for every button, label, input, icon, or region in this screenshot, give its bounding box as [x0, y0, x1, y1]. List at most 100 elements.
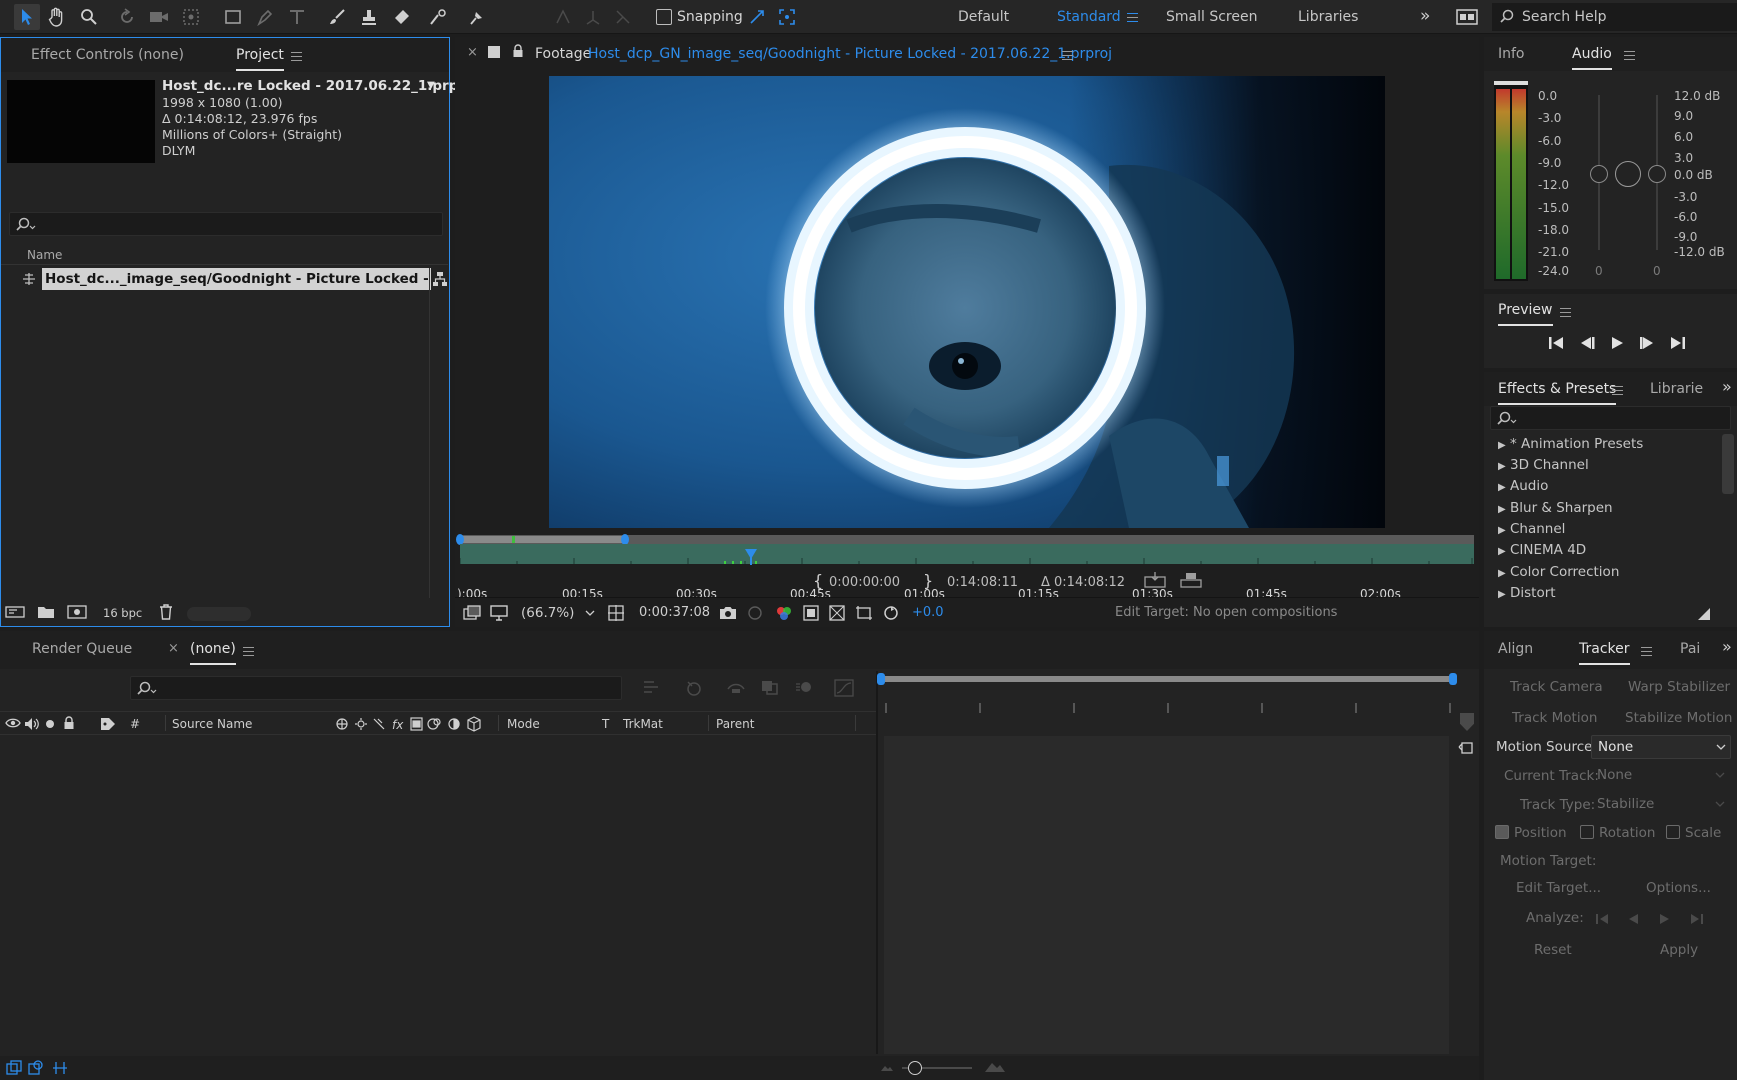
time-ruler[interactable]: [460, 544, 1474, 564]
local-axis-icon[interactable]: [552, 6, 574, 28]
tab-tracker[interactable]: Tracker: [1579, 641, 1630, 665]
monitor-icon[interactable]: [490, 605, 508, 621]
reset-button[interactable]: Reset: [1534, 942, 1572, 958]
timeline-ruler[interactable]: [880, 699, 1454, 717]
hand-tool-icon[interactable]: [46, 6, 68, 28]
tab-none-composition[interactable]: (none): [190, 641, 236, 665]
list-item[interactable]: ▶ 3D Channel: [1498, 457, 1589, 473]
workspace-overflow-icon[interactable]: »: [1420, 6, 1430, 26]
safe-margins-icon[interactable]: [607, 604, 625, 622]
transparency-grid-icon[interactable]: [829, 605, 845, 621]
trash-icon[interactable]: [159, 604, 173, 620]
footage-frame[interactable]: [549, 76, 1385, 528]
column-trkmat[interactable]: TrkMat: [623, 717, 663, 731]
audio-menu-icon[interactable]: [1624, 49, 1635, 64]
volume-knob-left[interactable]: [1590, 165, 1608, 183]
pixel-aspect-icon[interactable]: [855, 605, 873, 621]
volume-slider-right[interactable]: [1648, 95, 1666, 250]
list-item[interactable]: ▶ Distort: [1498, 585, 1556, 601]
column-source-name[interactable]: Source Name: [172, 717, 252, 731]
pen-tool-icon[interactable]: [254, 6, 276, 28]
snap-edges-icon[interactable]: [746, 6, 768, 28]
analyze-back-frame-icon[interactable]: [1595, 913, 1609, 925]
column-parent[interactable]: Parent: [716, 717, 754, 731]
eraser-tool-icon[interactable]: [390, 6, 412, 28]
effects-search-input[interactable]: [1490, 406, 1731, 430]
preview-menu-icon[interactable]: [1560, 306, 1571, 321]
footage-menu-icon[interactable]: [1062, 49, 1073, 64]
frame-blending-icon[interactable]: [760, 679, 780, 695]
channel-rgb-icon[interactable]: [775, 605, 793, 621]
project-search-input[interactable]: [9, 212, 443, 236]
volume-knob-right[interactable]: [1648, 165, 1666, 183]
analyze-forward-frame-icon[interactable]: [1690, 913, 1704, 925]
navigator-start-handle[interactable]: [877, 673, 885, 685]
track-motion-button[interactable]: Track Motion: [1512, 710, 1597, 726]
rotation-checkbox[interactable]: Rotation: [1580, 825, 1655, 841]
bpc-button[interactable]: 16 bpc: [103, 606, 142, 620]
close-timeline-icon[interactable]: ×: [168, 641, 179, 656]
motion-source-select[interactable]: None: [1591, 735, 1731, 759]
navigator-end-handle[interactable]: [1449, 673, 1457, 685]
out-point-time[interactable]: 0:14:08:11: [947, 575, 1018, 590]
volume-slider-left[interactable]: [1590, 95, 1608, 250]
tracker-overflow-icon[interactable]: »: [1722, 637, 1732, 656]
apply-button[interactable]: Apply: [1660, 942, 1698, 958]
world-axis-icon[interactable]: [582, 6, 604, 28]
warp-stabilizer-button[interactable]: Warp Stabilizer: [1628, 679, 1730, 695]
column-mode[interactable]: Mode: [507, 717, 540, 731]
list-item[interactable]: ▶ Blur & Sharpen: [1498, 500, 1613, 516]
zoom-select[interactable]: (66.7%): [515, 602, 599, 624]
motion-blur-icon[interactable]: [794, 679, 814, 695]
interpret-footage-icon[interactable]: [5, 605, 25, 619]
ripple-insert-icon[interactable]: [1143, 571, 1167, 589]
timeline-splitter[interactable]: [876, 671, 878, 1054]
zoom-out-mountains-icon[interactable]: [880, 1062, 894, 1072]
view-axis-icon[interactable]: [612, 6, 634, 28]
zoom-tool-icon[interactable]: [78, 6, 100, 28]
current-time[interactable]: 0:00:37:08: [639, 605, 710, 620]
workspace-libraries[interactable]: Libraries: [1298, 9, 1358, 25]
flowchart-icon[interactable]: [432, 271, 448, 287]
next-frame-icon[interactable]: [1639, 336, 1655, 350]
column-name-header[interactable]: Name: [27, 248, 62, 262]
footage-color-swatch[interactable]: [488, 46, 500, 58]
list-item[interactable]: ▶ * Animation Presets: [1498, 436, 1643, 452]
stabilize-motion-button[interactable]: Stabilize Motion: [1625, 710, 1732, 726]
track-type-select[interactable]: Stabilize: [1591, 793, 1731, 817]
puppet-pin-tool-icon[interactable]: [466, 6, 488, 28]
edit-target-button[interactable]: Edit Target...: [1516, 880, 1601, 896]
overlay-edit-icon[interactable]: [1179, 571, 1203, 589]
clone-stamp-tool-icon[interactable]: [358, 6, 380, 28]
rectangle-tool-icon[interactable]: [222, 6, 244, 28]
workspace-default[interactable]: Default: [958, 9, 1009, 25]
close-footage-icon[interactable]: ×: [467, 45, 478, 60]
always-preview-icon[interactable]: [463, 605, 481, 621]
new-composition-icon[interactable]: [67, 605, 87, 619]
analyze-backward-icon[interactable]: [1627, 913, 1639, 925]
project-item-dropdown-icon[interactable]: ▼: [427, 80, 435, 91]
effects-overflow-icon[interactable]: »: [1722, 377, 1732, 396]
first-frame-icon[interactable]: [1548, 336, 1564, 350]
footage-title[interactable]: Host_dcp_GN_image_seq/Goodnight - Pictur…: [588, 46, 1112, 62]
lock-icon[interactable]: [512, 44, 524, 58]
toggle-modes-icon[interactable]: [28, 1060, 44, 1076]
new-folder-icon[interactable]: [37, 605, 55, 619]
project-thumbnail-slider[interactable]: [187, 607, 251, 621]
time-graph-area[interactable]: [884, 736, 1449, 1054]
solo-icon[interactable]: [46, 720, 54, 728]
brush-tool-icon[interactable]: [326, 6, 348, 28]
new-bin-icon[interactable]: [1696, 606, 1712, 622]
zoom-in-mountains-icon[interactable]: [984, 1059, 1006, 1073]
options-button[interactable]: Options...: [1646, 880, 1711, 896]
timeline-zoom-knob[interactable]: [908, 1061, 922, 1075]
toggle-in-out-icon[interactable]: [52, 1060, 68, 1076]
workspace-menu-icon[interactable]: [1127, 11, 1138, 26]
lock-icon[interactable]: [63, 716, 75, 730]
tab-info[interactable]: Info: [1498, 46, 1525, 62]
region-of-interest-icon[interactable]: [803, 605, 819, 621]
list-item[interactable]: ▶ Color Correction: [1498, 564, 1619, 580]
snap-features-icon[interactable]: [776, 6, 798, 28]
list-item[interactable]: ▶ Channel: [1498, 521, 1565, 537]
type-tool-icon[interactable]: [286, 6, 308, 28]
